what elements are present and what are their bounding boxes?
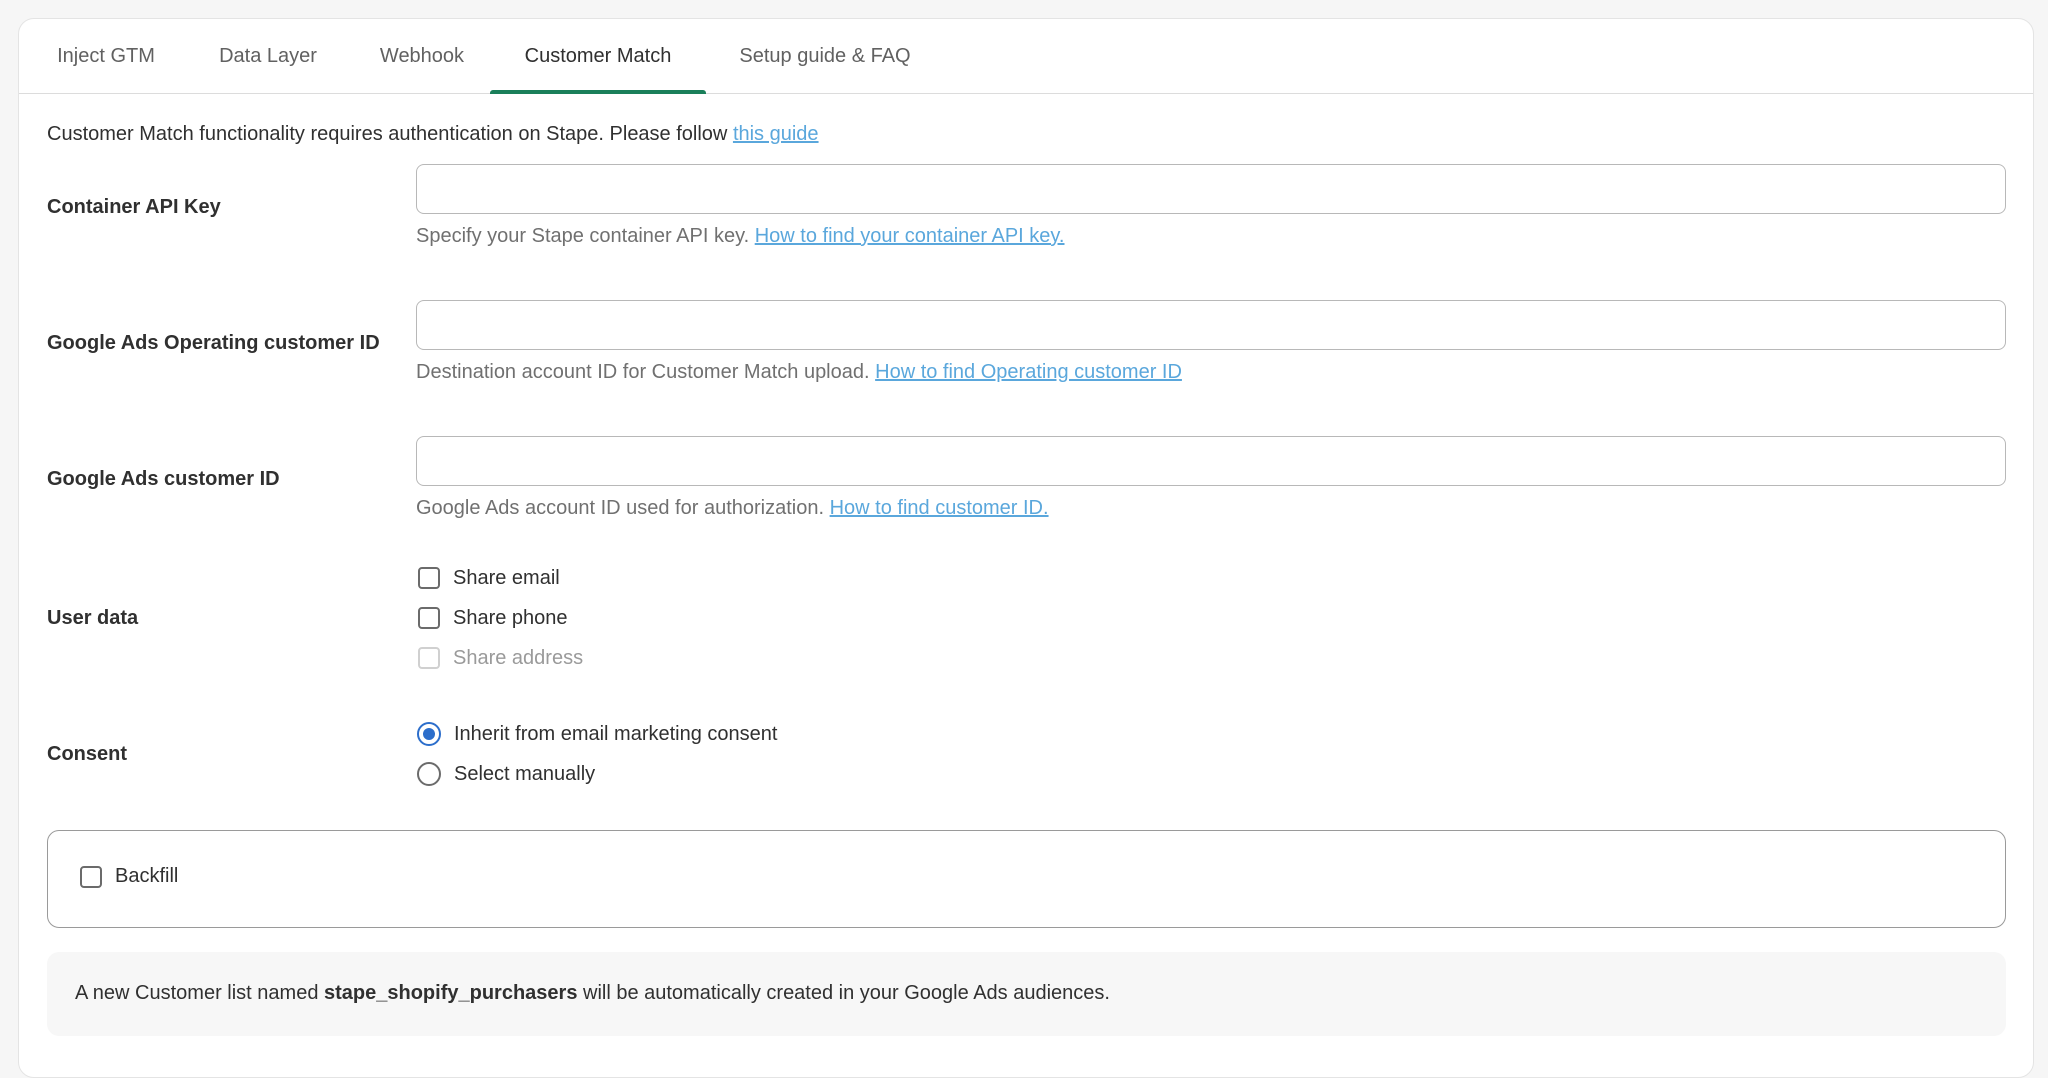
share-email-option[interactable]: Share email [416,564,560,592]
tab-inject-gtm[interactable]: Inject GTM [41,19,171,93]
container-api-key-input[interactable] [416,164,2006,214]
consent-inherit-label: Inherit from email marketing consent [454,722,778,745]
customer-id-help-text: Google Ads account ID used for authoriza… [416,497,830,519]
share-address-checkbox [418,647,440,669]
tab-data-layer[interactable]: Data Layer [211,19,325,93]
consent-inherit-option[interactable]: Inherit from email marketing consent [416,720,777,748]
user-data-label: User data [47,607,139,629]
consent-inherit-radio[interactable] [417,722,441,746]
tab-bar: Inject GTM Data Layer Webhook Customer M… [19,19,2033,94]
notice-after: will be automatically created in your Go… [577,982,1110,1004]
share-phone-checkbox[interactable] [418,607,440,629]
container-api-key-label: Container API Key [47,196,221,218]
share-address-label: Share address [453,646,584,669]
customer-id-help: Google Ads account ID used for authoriza… [416,497,1049,520]
customer-id-label: Google Ads customer ID [47,468,280,490]
operating-customer-id-label: Google Ads Operating customer ID [47,332,380,354]
share-address-option: Share address [416,644,583,672]
notice-text: A new Customer list named stape_shopify_… [75,982,1110,1005]
customer-id-input[interactable] [416,436,2006,486]
tab-setup-guide-faq[interactable]: Setup guide & FAQ [725,19,925,93]
intro-message: Customer Match functionality requires au… [47,123,733,145]
consent-manual-label: Select manually [454,762,596,785]
share-email-label: Share email [453,566,560,589]
customer-list-notice: A new Customer list named stape_shopify_… [47,952,2006,1036]
consent-manual-radio[interactable] [417,762,441,786]
operating-customer-id-input[interactable] [416,300,2006,350]
tab-webhook[interactable]: Webhook [367,19,477,93]
this-guide-link[interactable]: this guide [733,123,819,145]
share-phone-option[interactable]: Share phone [416,604,568,632]
operating-customer-id-help-text: Destination account ID for Customer Matc… [416,361,876,383]
backfill-panel: Backfill [47,830,2006,928]
notice-list-name: stape_shopify_purchasers [324,982,578,1004]
settings-card: Inject GTM Data Layer Webhook Customer M… [18,18,2034,1078]
consent-label: Consent [47,743,127,765]
backfill-option[interactable]: Backfill [78,865,178,888]
tab-customer-match[interactable]: Customer Match [490,19,706,94]
customer-id-help-link[interactable]: How to find customer ID. [830,497,1049,519]
container-api-key-help-text: Specify your Stape container API key. [416,225,755,247]
operating-customer-id-help-link[interactable]: How to find Operating customer ID [875,361,1182,383]
consent-manual-option[interactable]: Select manually [416,760,595,788]
container-api-key-help: Specify your Stape container API key. Ho… [416,225,1065,248]
container-api-key-help-link[interactable]: How to find your container API key. [755,225,1065,247]
backfill-checkbox[interactable] [80,865,102,888]
share-email-checkbox[interactable] [418,567,440,589]
notice-before: A new Customer list named [75,982,324,1004]
backfill-label: Backfill [115,865,179,887]
intro-text: Customer Match functionality requires au… [47,123,819,146]
share-phone-label: Share phone [453,606,568,629]
operating-customer-id-help: Destination account ID for Customer Matc… [416,361,1182,384]
